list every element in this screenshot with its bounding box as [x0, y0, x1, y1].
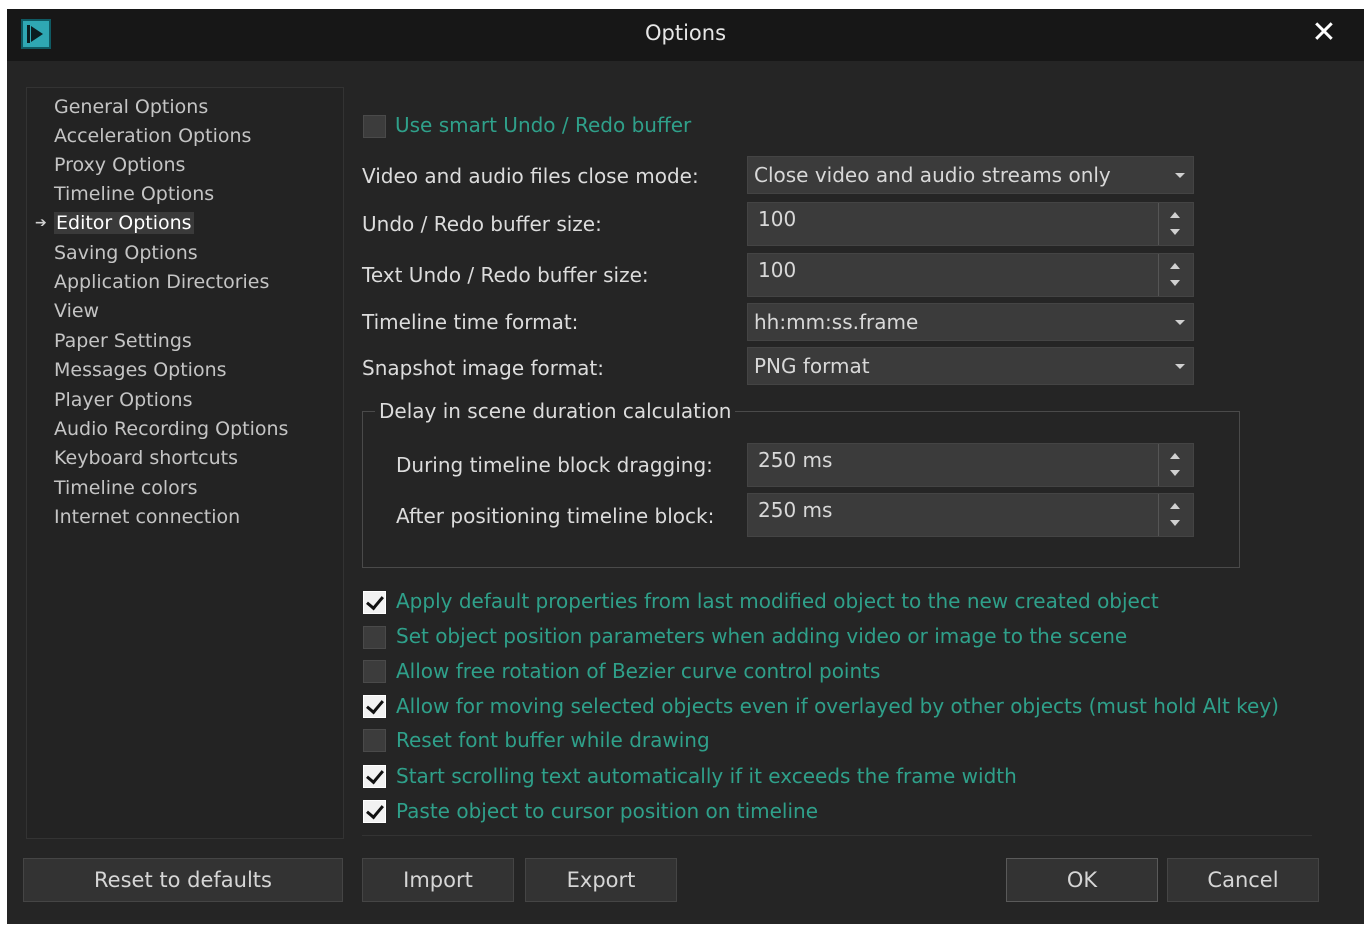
spin-down-icon[interactable]	[1170, 229, 1180, 235]
cancel-button[interactable]: Cancel	[1167, 858, 1319, 902]
smart-undo-checkbox[interactable]	[363, 115, 386, 138]
set-position-params-checkbox[interactable]	[363, 626, 386, 649]
spin-up-icon[interactable]	[1170, 503, 1180, 509]
auto-scroll-text-label[interactable]: Start scrolling text automatically if it…	[396, 764, 1017, 788]
nav-item-timeline-colors[interactable]: Timeline colors	[54, 474, 198, 502]
undo-size-label: Undo / Redo buffer size:	[362, 212, 602, 236]
title-bar: Options ✕	[7, 9, 1364, 61]
import-button[interactable]: Import	[362, 858, 514, 902]
close-mode-select[interactable]: Close video and audio streams only	[747, 156, 1194, 194]
smart-undo-label[interactable]: Use smart Undo / Redo buffer	[395, 113, 691, 137]
spin-down-icon[interactable]	[1170, 520, 1180, 526]
text-undo-size-spin-buttons[interactable]	[1158, 254, 1193, 296]
spin-down-icon[interactable]	[1170, 280, 1180, 286]
delay-group-title: Delay in scene duration calculation	[375, 399, 736, 423]
close-mode-label: Video and audio files close mode:	[362, 164, 699, 188]
positioning-delay-spin-buttons[interactable]	[1158, 494, 1193, 536]
spin-up-icon[interactable]	[1170, 212, 1180, 218]
apply-default-properties-label[interactable]: Apply default properties from last modif…	[396, 589, 1159, 613]
nav-item-paper-settings[interactable]: Paper Settings	[54, 327, 192, 355]
spin-up-icon[interactable]	[1170, 263, 1180, 269]
text-undo-size-label: Text Undo / Redo buffer size:	[362, 263, 649, 287]
set-position-params-label[interactable]: Set object position parameters when addi…	[396, 624, 1127, 648]
move-overlayed-objects-checkbox[interactable]	[363, 695, 386, 718]
free-bezier-rotation-label[interactable]: Allow free rotation of Bezier curve cont…	[396, 659, 880, 683]
text-undo-size-value: 100	[758, 258, 797, 282]
nav-item-saving[interactable]: Saving Options	[54, 239, 198, 267]
close-mode-value: Close video and audio streams only	[754, 163, 1111, 187]
export-button[interactable]: Export	[525, 858, 677, 902]
ok-button[interactable]: OK	[1006, 858, 1158, 902]
snapshot-format-value: PNG format	[754, 354, 870, 378]
spin-down-icon[interactable]	[1170, 470, 1180, 476]
snapshot-format-label: Snapshot image format:	[362, 356, 604, 380]
auto-scroll-text-checkbox[interactable]	[363, 765, 386, 788]
apply-default-properties-checkbox[interactable]	[363, 591, 386, 614]
nav-item-internet[interactable]: Internet connection	[54, 503, 240, 531]
undo-size-spinner[interactable]: 100	[747, 202, 1194, 246]
positioning-delay-value: 250 ms	[758, 498, 833, 522]
paste-to-cursor-label[interactable]: Paste object to cursor position on timel…	[396, 799, 818, 823]
delay-groupbox	[362, 411, 1240, 568]
free-bezier-rotation-checkbox[interactable]	[363, 660, 386, 683]
divider	[362, 835, 1312, 836]
reset-font-buffer-checkbox[interactable]	[363, 729, 386, 752]
positioning-delay-spinner[interactable]: 250 ms	[747, 493, 1194, 537]
close-icon[interactable]: ✕	[1306, 15, 1342, 51]
spin-up-icon[interactable]	[1170, 453, 1180, 459]
nav-item-audio-recording[interactable]: Audio Recording Options	[54, 415, 288, 443]
nav-item-timeline[interactable]: Timeline Options	[54, 180, 214, 208]
nav-item-editor[interactable]: Editor Options	[54, 209, 194, 237]
chevron-down-icon	[1175, 173, 1185, 178]
nav-item-keyboard-shortcuts[interactable]: Keyboard shortcuts	[54, 444, 238, 472]
paste-to-cursor-checkbox[interactable]	[363, 800, 386, 823]
nav-item-player[interactable]: Player Options	[54, 386, 192, 414]
undo-size-spin-buttons[interactable]	[1158, 203, 1193, 245]
time-format-select[interactable]: hh:mm:ss.frame	[747, 303, 1194, 341]
snapshot-format-select[interactable]: PNG format	[747, 347, 1194, 385]
nav-item-app-directories[interactable]: Application Directories	[54, 268, 269, 296]
options-dialog: Options ✕ ➔ General Options Acceleration…	[7, 9, 1364, 924]
chevron-down-icon	[1175, 320, 1185, 325]
reset-defaults-button[interactable]: Reset to defaults	[23, 858, 343, 902]
window-title: Options	[644, 21, 727, 45]
selected-arrow-icon: ➔	[35, 215, 47, 231]
undo-size-value: 100	[758, 207, 797, 231]
time-format-label: Timeline time format:	[362, 310, 579, 334]
positioning-delay-label: After positioning timeline block:	[396, 504, 715, 528]
nav-item-general[interactable]: General Options	[54, 93, 208, 121]
nav-item-view[interactable]: View	[54, 297, 99, 325]
dragging-delay-value: 250 ms	[758, 448, 833, 472]
nav-item-messages[interactable]: Messages Options	[54, 356, 227, 384]
dragging-delay-label: During timeline block dragging:	[396, 453, 713, 477]
chevron-down-icon	[1175, 364, 1185, 369]
move-overlayed-objects-label[interactable]: Allow for moving selected objects even i…	[396, 694, 1279, 718]
dragging-delay-spinner[interactable]: 250 ms	[747, 443, 1194, 487]
time-format-value: hh:mm:ss.frame	[754, 310, 919, 334]
nav-item-acceleration[interactable]: Acceleration Options	[54, 122, 251, 150]
dragging-delay-spin-buttons[interactable]	[1158, 444, 1193, 486]
text-undo-size-spinner[interactable]: 100	[747, 253, 1194, 297]
options-category-list: ➔ General Options Acceleration Options P…	[26, 87, 344, 839]
reset-font-buffer-label[interactable]: Reset font buffer while drawing	[396, 728, 710, 752]
nav-item-proxy[interactable]: Proxy Options	[54, 151, 185, 179]
